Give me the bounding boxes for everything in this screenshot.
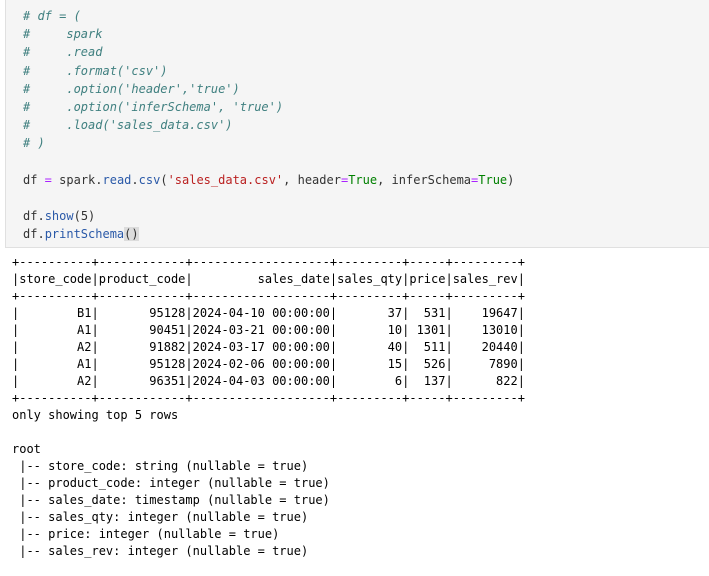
true-literal: True — [348, 172, 378, 187]
printschema-line: df.printSchema() — [23, 225, 514, 243]
code-comment-line: # df = ( — [23, 9, 81, 23]
read-attr: read — [102, 172, 132, 187]
schema-field: |-- sales_rev: integer (nullable = true) — [12, 544, 309, 558]
assign-op: = — [37, 172, 60, 187]
show-method: show — [44, 209, 74, 224]
schema-field: |-- product_code: integer (nullable = tr… — [12, 476, 330, 490]
header-kwarg: , header — [283, 172, 341, 187]
var-df: df — [23, 172, 38, 187]
table-row: | A1| 90451|2024-03-21 00:00:00| 10| 130… — [12, 323, 525, 337]
code-cell[interactable]: # df = ( # spark # .read # .format('csv') # … — [5, 0, 709, 248]
table-row: | A2| 91882|2024-03-17 00:00:00| 40| 511… — [12, 340, 525, 354]
paren-close: ) — [507, 172, 515, 187]
var-df: df — [23, 227, 38, 242]
cell-output: +----------+------------+---------------… — [12, 254, 525, 560]
cell-divider — [0, 249, 709, 250]
code-comment-line: # spark — [23, 27, 103, 42]
schema-field: |-- store_code: string (nullable = true) — [12, 459, 309, 473]
schema-field: |-- sales_date: timestamp (nullable = tr… — [12, 493, 330, 507]
table-row: | B1| 95128|2024-04-10 00:00:00| 37| 531… — [12, 306, 525, 320]
dot: . — [37, 209, 45, 224]
code-comment-line: # .format('csv') — [23, 63, 168, 78]
printschema-args: () — [124, 227, 139, 242]
printschema-method: printSchema — [44, 227, 125, 242]
show-args: (5) — [73, 209, 96, 224]
inferschema-kwarg: , inferSchema — [377, 172, 472, 187]
dot: . — [95, 172, 103, 187]
schema-root: root — [12, 442, 41, 456]
spark-obj: spark — [59, 172, 96, 187]
schema-field: |-- sales_qty: integer (nullable = true) — [12, 510, 309, 524]
show-line: df.show(5) — [23, 207, 514, 225]
code-comment-line: # .read — [23, 45, 103, 60]
table-border: +----------+------------+---------------… — [12, 391, 525, 405]
code-comment-line: # ) — [23, 136, 45, 151]
table-row: | A2| 96351|2024-04-03 00:00:00| 6| 137|… — [12, 374, 525, 388]
rows-note: only showing top 5 rows — [12, 408, 179, 422]
paren-open: ( — [160, 172, 168, 187]
code-comment-line: # .option('inferSchema', 'true') — [23, 99, 284, 114]
code-comment-line: # .load('sales_data.csv') — [23, 118, 233, 133]
code-comment-line: # .option('header','true') — [23, 81, 240, 96]
table-border: +----------+------------+---------------… — [12, 289, 525, 303]
file-string: 'sales_data.csv' — [167, 172, 284, 187]
true-literal: True — [478, 172, 508, 187]
dot: . — [131, 172, 139, 187]
read-csv-line: df = spark.read.csv('sales_data.csv', he… — [23, 171, 514, 189]
csv-method: csv — [138, 172, 161, 187]
code-editor[interactable]: # df = ( # spark # .read # .format('csv') # … — [23, 7, 514, 243]
table-header: |store_code|product_code| sales_date|sal… — [12, 272, 525, 286]
table-border: +----------+------------+---------------… — [12, 255, 525, 269]
schema-field: |-- price: integer (nullable = true) — [12, 527, 280, 541]
dot: . — [37, 227, 45, 242]
var-df: df — [23, 209, 38, 224]
table-row: | A1| 95128|2024-02-06 00:00:00| 15| 526… — [12, 357, 525, 371]
